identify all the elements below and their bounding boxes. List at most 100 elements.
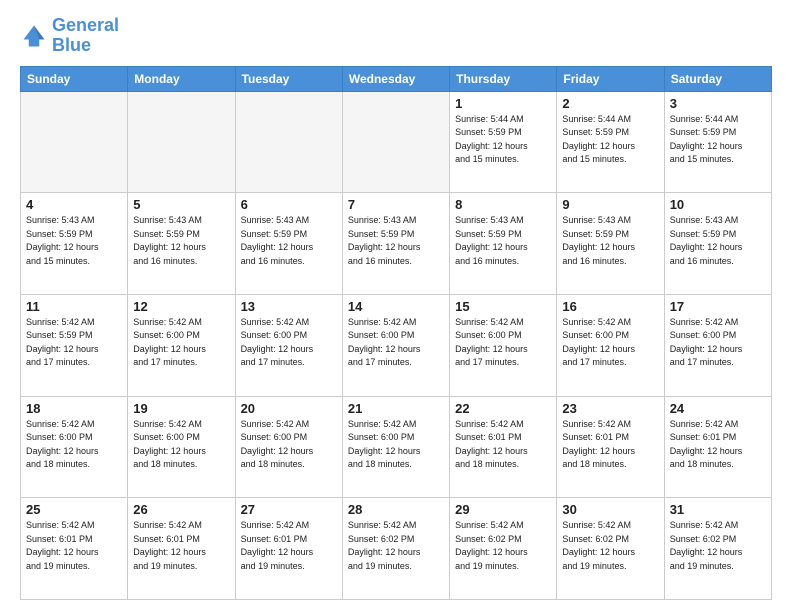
weekday-tuesday: Tuesday <box>235 66 342 91</box>
day-info: Sunrise: 5:42 AM Sunset: 6:00 PM Dayligh… <box>26 418 122 472</box>
calendar-cell: 22 Sunrise: 5:42 AM Sunset: 6:01 PM Dayli… <box>450 396 557 498</box>
calendar-cell: 10Sunrise: 5:43 AM Sunset: 5:59 PM Dayli… <box>664 193 771 295</box>
day-info: Sunrise: 5:42 AM Sunset: 6:00 PM Dayligh… <box>670 316 766 370</box>
weekday-monday: Monday <box>128 66 235 91</box>
calendar-cell: 1 Sunrise: 5:44 AM Sunset: 5:59 PM Daylig… <box>450 91 557 193</box>
calendar-cell: 28 Sunrise: 5:42 AM Sunset: 6:02 PM Dayli… <box>342 498 449 600</box>
calendar-cell: 14Sunrise: 5:42 AM Sunset: 6:00 PM Dayli… <box>342 294 449 396</box>
day-info: Sunrise: 5:42 AM Sunset: 6:00 PM Dayligh… <box>562 316 658 370</box>
day-info: Sunrise: 5:42 AM Sunset: 6:02 PM Dayligh… <box>562 519 658 573</box>
day-info: Sunrise: 5:44 AM Sunset: 5:59 PM Dayligh… <box>455 113 551 167</box>
weekday-friday: Friday <box>557 66 664 91</box>
day-number: 13 <box>241 299 337 314</box>
weekday-saturday: Saturday <box>664 66 771 91</box>
day-number: 25 <box>26 502 122 517</box>
day-number: 23 <box>562 401 658 416</box>
calendar-cell <box>235 91 342 193</box>
day-info: Sunrise: 5:42 AM Sunset: 6:00 PM Dayligh… <box>133 316 229 370</box>
calendar-cell: 31 Sunrise: 5:42 AM Sunset: 6:02 PM Dayli… <box>664 498 771 600</box>
day-info: Sunrise: 5:43 AM Sunset: 5:59 PM Dayligh… <box>455 214 551 268</box>
day-number: 12 <box>133 299 229 314</box>
day-info: Sunrise: 5:42 AM Sunset: 6:01 PM Dayligh… <box>241 519 337 573</box>
calendar-cell <box>128 91 235 193</box>
calendar-cell: 25 Sunrise: 5:42 AM Sunset: 6:01 PM Dayli… <box>21 498 128 600</box>
day-number: 7 <box>348 197 444 212</box>
day-info: Sunrise: 5:42 AM Sunset: 6:00 PM Dayligh… <box>455 316 551 370</box>
calendar-row-1: 4 Sunrise: 5:43 AM Sunset: 5:59 PM Daylig… <box>21 193 772 295</box>
calendar-cell: 15 Sunrise: 5:42 AM Sunset: 6:00 PM Dayli… <box>450 294 557 396</box>
day-info: Sunrise: 5:44 AM Sunset: 5:59 PM Dayligh… <box>562 113 658 167</box>
day-number: 2 <box>562 96 658 111</box>
day-info: Sunrise: 5:43 AM Sunset: 5:59 PM Dayligh… <box>133 214 229 268</box>
calendar-cell: 8 Sunrise: 5:43 AM Sunset: 5:59 PM Daylig… <box>450 193 557 295</box>
day-info: Sunrise: 5:42 AM Sunset: 6:02 PM Dayligh… <box>455 519 551 573</box>
weekday-sunday: Sunday <box>21 66 128 91</box>
day-info: Sunrise: 5:43 AM Sunset: 5:59 PM Dayligh… <box>241 214 337 268</box>
calendar-cell: 26 Sunrise: 5:42 AM Sunset: 6:01 PM Dayli… <box>128 498 235 600</box>
day-number: 20 <box>241 401 337 416</box>
calendar-cell: 17 Sunrise: 5:42 AM Sunset: 6:00 PM Dayli… <box>664 294 771 396</box>
day-info: Sunrise: 5:43 AM Sunset: 5:59 PM Dayligh… <box>562 214 658 268</box>
calendar-cell <box>342 91 449 193</box>
day-info: Sunrise: 5:42 AM Sunset: 6:02 PM Dayligh… <box>348 519 444 573</box>
day-number: 14 <box>348 299 444 314</box>
calendar-cell: 12 Sunrise: 5:42 AM Sunset: 6:00 PM Dayli… <box>128 294 235 396</box>
day-number: 26 <box>133 502 229 517</box>
day-info: Sunrise: 5:42 AM Sunset: 6:00 PM Dayligh… <box>348 418 444 472</box>
calendar-cell: 5 Sunrise: 5:43 AM Sunset: 5:59 PM Daylig… <box>128 193 235 295</box>
day-info: Sunrise: 5:42 AM Sunset: 6:01 PM Dayligh… <box>455 418 551 472</box>
day-number: 18 <box>26 401 122 416</box>
calendar-cell: 4 Sunrise: 5:43 AM Sunset: 5:59 PM Daylig… <box>21 193 128 295</box>
day-info: Sunrise: 5:42 AM Sunset: 6:00 PM Dayligh… <box>133 418 229 472</box>
day-number: 29 <box>455 502 551 517</box>
calendar-table: SundayMondayTuesdayWednesdayThursdayFrid… <box>20 66 772 600</box>
day-number: 6 <box>241 197 337 212</box>
day-info: Sunrise: 5:42 AM Sunset: 6:01 PM Dayligh… <box>562 418 658 472</box>
calendar-cell: 20 Sunrise: 5:42 AM Sunset: 6:00 PM Dayli… <box>235 396 342 498</box>
weekday-wednesday: Wednesday <box>342 66 449 91</box>
day-number: 28 <box>348 502 444 517</box>
day-number: 11 <box>26 299 122 314</box>
day-info: Sunrise: 5:43 AM Sunset: 5:59 PM Dayligh… <box>348 214 444 268</box>
calendar-cell: 6 Sunrise: 5:43 AM Sunset: 5:59 PM Daylig… <box>235 193 342 295</box>
day-info: Sunrise: 5:43 AM Sunset: 5:59 PM Dayligh… <box>26 214 122 268</box>
calendar-cell: 21Sunrise: 5:42 AM Sunset: 6:00 PM Dayli… <box>342 396 449 498</box>
logo-text: General Blue <box>52 16 119 56</box>
page: General Blue SundayMondayTuesdayWednesda… <box>0 0 792 612</box>
weekday-header-row: SundayMondayTuesdayWednesdayThursdayFrid… <box>21 66 772 91</box>
day-number: 4 <box>26 197 122 212</box>
day-info: Sunrise: 5:42 AM Sunset: 6:00 PM Dayligh… <box>241 418 337 472</box>
day-number: 16 <box>562 299 658 314</box>
day-number: 1 <box>455 96 551 111</box>
calendar-row-3: 18 Sunrise: 5:42 AM Sunset: 6:00 PM Dayli… <box>21 396 772 498</box>
day-info: Sunrise: 5:42 AM Sunset: 6:01 PM Dayligh… <box>26 519 122 573</box>
calendar-cell: 18 Sunrise: 5:42 AM Sunset: 6:00 PM Dayli… <box>21 396 128 498</box>
day-number: 31 <box>670 502 766 517</box>
header: General Blue <box>20 16 772 56</box>
day-info: Sunrise: 5:42 AM Sunset: 6:01 PM Dayligh… <box>670 418 766 472</box>
weekday-thursday: Thursday <box>450 66 557 91</box>
logo: General Blue <box>20 16 119 56</box>
calendar-cell: 11Sunrise: 5:42 AM Sunset: 5:59 PM Dayli… <box>21 294 128 396</box>
day-number: 24 <box>670 401 766 416</box>
day-info: Sunrise: 5:43 AM Sunset: 5:59 PM Dayligh… <box>670 214 766 268</box>
day-info: Sunrise: 5:42 AM Sunset: 6:01 PM Dayligh… <box>133 519 229 573</box>
calendar-cell: 27Sunrise: 5:42 AM Sunset: 6:01 PM Dayli… <box>235 498 342 600</box>
day-number: 30 <box>562 502 658 517</box>
day-info: Sunrise: 5:42 AM Sunset: 6:00 PM Dayligh… <box>241 316 337 370</box>
day-number: 17 <box>670 299 766 314</box>
day-number: 5 <box>133 197 229 212</box>
calendar-cell: 7 Sunrise: 5:43 AM Sunset: 5:59 PM Daylig… <box>342 193 449 295</box>
day-info: Sunrise: 5:42 AM Sunset: 6:02 PM Dayligh… <box>670 519 766 573</box>
day-number: 9 <box>562 197 658 212</box>
day-number: 22 <box>455 401 551 416</box>
day-info: Sunrise: 5:44 AM Sunset: 5:59 PM Dayligh… <box>670 113 766 167</box>
calendar-cell: 19Sunrise: 5:42 AM Sunset: 6:00 PM Dayli… <box>128 396 235 498</box>
calendar-cell: 23 Sunrise: 5:42 AM Sunset: 6:01 PM Dayli… <box>557 396 664 498</box>
calendar-cell: 3Sunrise: 5:44 AM Sunset: 5:59 PM Daylig… <box>664 91 771 193</box>
calendar-cell: 16 Sunrise: 5:42 AM Sunset: 6:00 PM Dayli… <box>557 294 664 396</box>
calendar-cell: 29 Sunrise: 5:42 AM Sunset: 6:02 PM Dayli… <box>450 498 557 600</box>
day-number: 15 <box>455 299 551 314</box>
day-number: 8 <box>455 197 551 212</box>
calendar-cell: 9 Sunrise: 5:43 AM Sunset: 5:59 PM Daylig… <box>557 193 664 295</box>
